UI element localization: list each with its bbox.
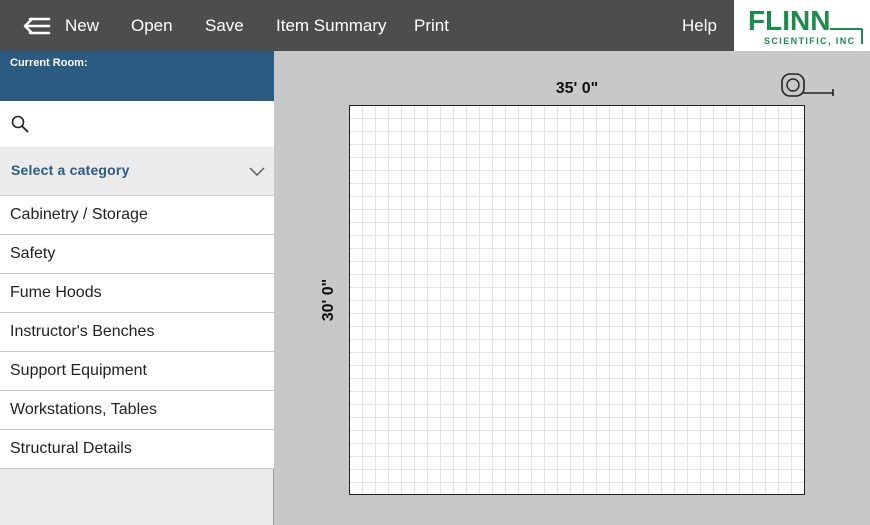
- search-icon[interactable]: [11, 115, 29, 138]
- chevron-down-icon: [249, 164, 265, 182]
- open-button[interactable]: Open: [131, 16, 173, 36]
- category-item-fume-hoods[interactable]: Fume Hoods: [0, 274, 274, 313]
- category-item-structural-details[interactable]: Structural Details: [0, 430, 274, 469]
- top-toolbar: New Open Save Item Summary Print Help FL…: [0, 0, 870, 51]
- flinn-logo[interactable]: FLINN SCIENTIFIC, INC: [734, 0, 870, 51]
- svg-text:FLINN: FLINN: [748, 5, 830, 36]
- item-summary-button[interactable]: Item Summary: [276, 16, 387, 36]
- category-dropdown-label: Select a category: [11, 162, 130, 178]
- save-button[interactable]: Save: [205, 16, 244, 36]
- tape-measure-icon[interactable]: [780, 72, 836, 105]
- menu-back-icon[interactable]: [22, 13, 52, 39]
- search-box: [0, 101, 274, 147]
- category-item-instructors-benches[interactable]: Instructor's Benches: [0, 313, 274, 352]
- category-item-safety[interactable]: Safety: [0, 235, 274, 274]
- category-dropdown[interactable]: Select a category: [0, 147, 274, 196]
- room-height-label[interactable]: 30' 0": [320, 279, 338, 322]
- category-item-workstations-tables[interactable]: Workstations, Tables: [0, 391, 274, 430]
- sidebar: Current Room: Select a category Cabinetr…: [0, 51, 274, 525]
- current-room-panel: Current Room:: [0, 51, 274, 101]
- room-floor-grid[interactable]: [349, 105, 805, 495]
- category-item-cabinetry-storage[interactable]: Cabinetry / Storage: [0, 196, 274, 235]
- room-width-label[interactable]: 35' 0": [556, 80, 599, 98]
- search-input[interactable]: [36, 109, 264, 139]
- category-list: Cabinetry / Storage Safety Fume Hoods In…: [0, 196, 274, 469]
- new-button[interactable]: New: [65, 16, 99, 36]
- print-button[interactable]: Print: [414, 16, 449, 36]
- svg-text:SCIENTIFIC, INC: SCIENTIFIC, INC: [764, 36, 856, 46]
- help-button[interactable]: Help: [682, 16, 717, 36]
- current-room-label: Current Room:: [10, 57, 88, 69]
- category-item-support-equipment[interactable]: Support Equipment: [0, 352, 274, 391]
